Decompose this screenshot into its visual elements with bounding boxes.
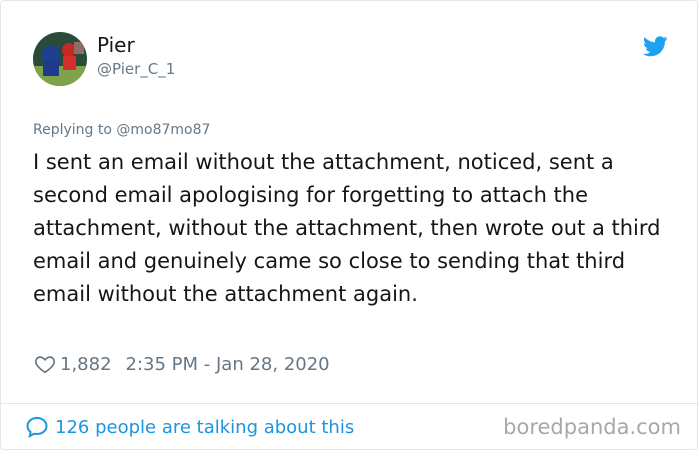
tweet-timestamp[interactable]: 2:35 PM - Jan 28, 2020 [126, 354, 330, 375]
conversation-link[interactable]: 126 people are talking about this [25, 415, 354, 439]
author-name[interactable]: Pier [97, 33, 135, 57]
speech-bubble-icon [26, 416, 48, 438]
boredpanda-watermark: boredpanda.com [503, 415, 681, 439]
footer-divider [1, 403, 699, 404]
like-count: 1,882 [60, 353, 112, 375]
author-handle[interactable]: @Pier_C_1 [97, 60, 175, 78]
tweet-card: Pier @Pier_C_1 Replying to @mo87mo87 I s… [0, 0, 699, 450]
twitter-bird-icon[interactable] [643, 36, 668, 57]
avatar-image [33, 32, 87, 86]
tweet-meta: 1,882 2:35 PM - Jan 28, 2020 [34, 352, 330, 376]
conversation-label: 126 people are talking about this [55, 416, 355, 438]
heart-icon[interactable] [34, 353, 56, 375]
replying-to-label[interactable]: Replying to @mo87mo87 [33, 122, 210, 138]
avatar[interactable] [33, 32, 87, 86]
tweet-text: I sent an email without the attachment, … [33, 150, 661, 306]
